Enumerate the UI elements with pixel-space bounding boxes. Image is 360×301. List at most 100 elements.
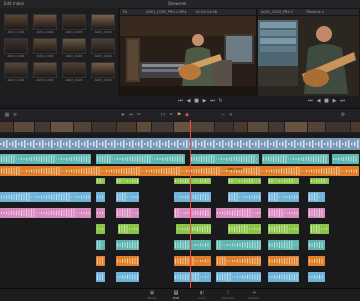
go-to-start-icon[interactable]: ⏮ <box>178 99 183 104</box>
timeline-viewer[interactable] <box>258 16 359 100</box>
media-pool-clip[interactable]: A002_C001 <box>4 38 28 58</box>
waveform-bar <box>21 170 22 172</box>
waveform-bar <box>106 170 107 172</box>
waveform-bar <box>311 193 313 201</box>
go-to-end-icon[interactable]: ⏭ <box>210 99 215 104</box>
tl-play-icon[interactable]: ▶ <box>332 99 337 104</box>
waveform-bar <box>294 257 295 265</box>
waveform-bar <box>156 169 157 173</box>
video-clip-thumbnail[interactable] <box>152 122 173 132</box>
waveform-bar <box>222 257 223 265</box>
video-clip-thumbnail[interactable] <box>174 122 190 132</box>
waveform-bar <box>237 210 238 216</box>
media-pool-clip[interactable]: A001_C001 <box>4 14 28 34</box>
tl-reverse-icon[interactable]: ◀ <box>316 99 321 104</box>
selection-tool-icon[interactable]: ➤ <box>120 112 126 118</box>
waveform-bar <box>6 155 7 163</box>
source-viewer-header: Fit A001_C002_PR5.1.MP4 01:01:14:08 <box>120 9 256 15</box>
trim-tool-icon[interactable]: ⇔ <box>128 112 134 118</box>
stop-icon[interactable]: ■ <box>194 99 199 104</box>
video-clip-thumbnail[interactable] <box>74 122 91 132</box>
waveform-bar <box>276 242 278 248</box>
settings-icon[interactable]: ⚙ <box>340 112 346 118</box>
waveform-bar <box>83 168 85 174</box>
waveform-bar <box>321 179 322 183</box>
waveform-bar <box>274 193 275 201</box>
waveform-bar <box>177 242 179 248</box>
video-clip-thumbnail[interactable] <box>0 122 13 132</box>
page-color[interactable]: ◐ Color <box>192 290 212 300</box>
media-pool-clip[interactable]: A002_C003 <box>62 38 86 58</box>
video-clip-thumbnail[interactable] <box>308 122 325 132</box>
waveform-bar <box>251 228 253 230</box>
media-pool-clip[interactable]: A002_C002 <box>33 38 57 58</box>
waveform-bar <box>229 244 231 246</box>
tl-go-to-start-icon[interactable]: ⏮ <box>308 99 313 104</box>
page-fairlight[interactable]: ♪ Fairlight <box>218 290 238 300</box>
audio-clip[interactable] <box>176 224 211 234</box>
media-pool-clip[interactable]: A001_C004 <box>91 14 115 34</box>
waveform-bar <box>68 157 70 161</box>
media-pool-clip[interactable]: A003_C001 <box>4 62 28 82</box>
video-clip-thumbnail[interactable] <box>137 122 151 132</box>
playhead[interactable] <box>190 120 191 288</box>
timeline[interactable]: A001_C001 A001_C002_PR5.1 A001_C003 A002… <box>0 134 360 288</box>
video-clip-thumbnail[interactable] <box>326 122 350 132</box>
video-clip-thumbnail[interactable] <box>35 122 50 132</box>
video-clip-thumbnail[interactable] <box>234 122 247 132</box>
tl-stop-icon[interactable]: ■ <box>324 99 329 104</box>
video-clip-thumbnail[interactable] <box>117 122 136 132</box>
tl-go-to-end-icon[interactable]: ⏭ <box>340 99 345 104</box>
marker-icon[interactable]: ◆ <box>184 112 190 118</box>
waveform-bar <box>63 143 65 145</box>
waveform-bar <box>282 141 284 147</box>
waveform-bar <box>137 179 138 183</box>
media-pool-clip[interactable]: A003_C002 <box>33 62 57 82</box>
video-clip-thumbnail[interactable] <box>285 122 307 132</box>
loop-icon[interactable]: ↻ <box>218 99 223 104</box>
media-pool-clip[interactable]: A003_C003 <box>62 62 86 82</box>
waveform-bar <box>357 140 359 148</box>
source-zoom[interactable]: Fit <box>123 10 127 14</box>
media-pool-clip[interactable]: A001_C002 <box>33 14 57 34</box>
link-icon[interactable]: ⚭ <box>168 112 174 118</box>
video-clip-thumbnail[interactable] <box>248 122 268 132</box>
video-clip-thumbnail[interactable] <box>191 122 214 132</box>
waveform-bar <box>185 274 186 280</box>
list-icon[interactable]: ≡ <box>12 112 18 118</box>
page-media[interactable]: ▣ Media <box>142 290 162 300</box>
waveform-bar <box>279 196 280 198</box>
flag-icon[interactable]: ⚑ <box>176 112 182 118</box>
blade-tool-icon[interactable]: ✂ <box>136 112 142 118</box>
video-clip-thumbnail[interactable] <box>92 122 116 132</box>
video-clip-thumbnail[interactable] <box>351 122 360 132</box>
page-edit[interactable]: ▤ Edit <box>166 290 186 300</box>
zoom-in-icon[interactable]: + <box>228 112 234 118</box>
play-icon[interactable]: ▶ <box>202 99 207 104</box>
media-pool-clip[interactable]: A003_C004 <box>91 62 115 82</box>
waveform-bar <box>313 225 315 233</box>
waveform-bar <box>271 193 273 201</box>
media-pool-clip[interactable]: A002_C004 <box>91 38 115 58</box>
audio-clip[interactable] <box>118 224 139 234</box>
video-clip-thumbnail[interactable] <box>269 122 284 132</box>
waveform-bar <box>296 167 297 175</box>
waveform-bar <box>269 259 270 263</box>
page-deliver[interactable]: ➜ Deliver <box>244 290 264 300</box>
video-clip-thumbnail[interactable] <box>51 122 73 132</box>
video-clip-thumbnail[interactable] <box>14 122 34 132</box>
waveform-bar <box>177 228 178 230</box>
waveform-bar <box>294 228 295 230</box>
reverse-icon[interactable]: ◀ <box>186 99 191 104</box>
waveform-bar <box>132 212 133 214</box>
waveform-bar <box>75 141 77 147</box>
zoom-out-icon[interactable]: − <box>220 112 226 118</box>
layout-icon[interactable]: ▦ <box>4 112 10 118</box>
waveform-bar <box>257 241 258 249</box>
snapping-icon[interactable]: ⊓ <box>160 112 166 118</box>
media-pool-clip[interactable]: A001_C003 <box>62 14 86 34</box>
waveform-bar <box>289 179 290 183</box>
source-viewer[interactable] <box>120 16 256 100</box>
video-clip-thumbnail[interactable] <box>215 122 233 132</box>
waveform-bar <box>192 195 194 199</box>
